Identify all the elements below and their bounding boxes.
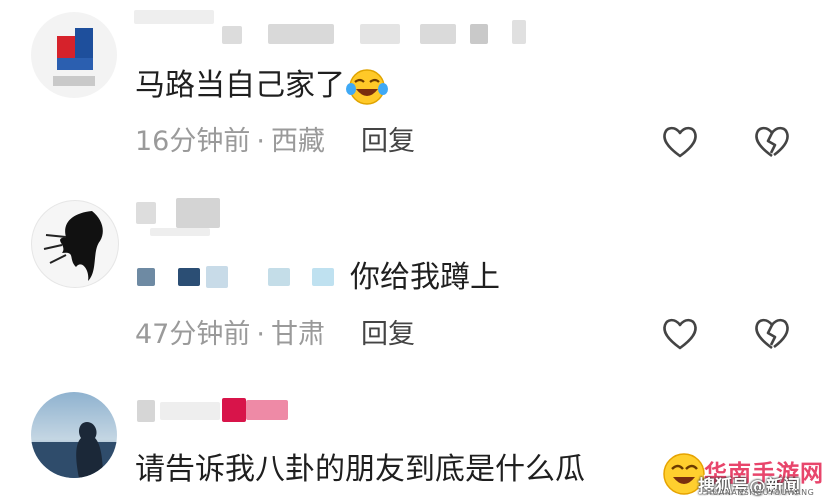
broken-heart-icon[interactable] (752, 122, 792, 162)
username-blurred[interactable] (137, 400, 155, 422)
heart-icon[interactable] (660, 122, 700, 162)
username-blurred (470, 24, 488, 44)
comment-item: 你给我蹲上 47分钟前 · 甘肃 回复 (0, 180, 829, 370)
username-blurred[interactable] (134, 10, 214, 24)
watermark: 华南手游网 搜狐号@新闻 HUANANSHOUYOUWANG (660, 446, 829, 500)
heart-icon[interactable] (660, 314, 700, 354)
comment-text: 马路当自己家了 (135, 66, 389, 107)
meta-separator: · (256, 126, 265, 157)
comment-time: 47分钟前 (135, 319, 251, 350)
avatar[interactable] (31, 12, 117, 98)
username-blurred (222, 26, 242, 44)
text-blurred (268, 268, 290, 286)
text-blurred (312, 268, 334, 286)
avatar[interactable] (31, 200, 119, 288)
username-blurred (160, 402, 220, 420)
comment-time: 16分钟前 (135, 126, 251, 157)
avatar[interactable] (31, 392, 117, 478)
reply-button[interactable]: 回复 (361, 126, 415, 157)
username-blurred (150, 228, 210, 236)
comment-text: 请告诉我八卦的朋友到底是什么瓜 (135, 450, 585, 490)
username-blurred (176, 198, 220, 228)
comment-meta: 47分钟前 · 甘肃 回复 (135, 318, 415, 352)
comment-text: 你给我蹲上 (350, 258, 500, 298)
reply-button[interactable]: 回复 (361, 319, 415, 350)
text-blurred (206, 266, 228, 288)
comment-text-content: 请告诉我八卦的朋友到底是什么瓜 (135, 452, 585, 487)
username-blurred (246, 400, 288, 420)
text-blurred (178, 268, 200, 286)
comment-location: 甘肃 (270, 319, 325, 350)
username-blurred (420, 24, 456, 44)
comment-location: 西藏 (270, 126, 325, 157)
laughing-crying-emoji-icon (345, 67, 389, 107)
broken-heart-icon[interactable] (752, 314, 792, 354)
meta-separator: · (256, 319, 265, 350)
comment-text-content: 你给我蹲上 (350, 260, 500, 295)
username-blurred (512, 20, 526, 44)
username-blurred[interactable] (136, 202, 156, 224)
watermark-subtitle: HUANANSHOUYOUWANG (706, 488, 815, 497)
comment-item: 请告诉我八卦的朋友到底是什么瓜 华南手游网 搜狐号@新闻 HUANANSHOUY… (0, 370, 829, 500)
username-blurred (268, 24, 334, 44)
comment-item: 马路当自己家了 16分钟前 · 西藏 回复 (0, 0, 829, 180)
comment-meta: 16分钟前 · 西藏 回复 (135, 125, 415, 159)
text-blurred (137, 268, 155, 286)
username-blurred (360, 24, 400, 44)
comment-text-content: 马路当自己家了 (135, 68, 345, 103)
username-blurred (222, 398, 246, 422)
